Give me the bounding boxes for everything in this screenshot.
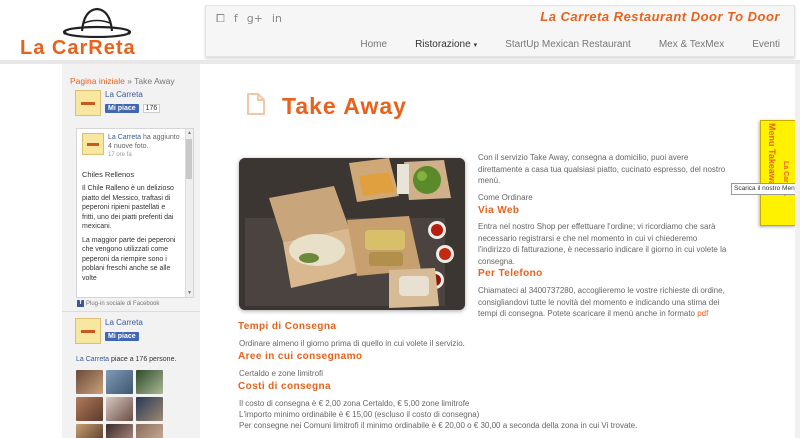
phone-text-body: Chiamateci al 3400737280, accoglieremo l… (478, 286, 725, 318)
likes-summary: La Carreta piace a 176 persone. (76, 356, 176, 363)
main-nav: Home Ristorazione ▾ StartUp Mexican Resta… (346, 38, 794, 53)
nav-item-startup[interactable]: StartUp Mexican Restaurant (491, 38, 645, 53)
fan-avatar[interactable] (136, 370, 163, 394)
nav-label: StartUp Mexican Restaurant (505, 39, 631, 50)
nav-item-eventi[interactable]: Eventi (738, 38, 794, 53)
delivery-times-heading: Tempi di Consegna (238, 321, 337, 332)
like-button[interactable]: Mi piace (105, 332, 139, 341)
sidebar-divider (62, 311, 200, 312)
fan-avatar[interactable] (76, 424, 103, 438)
fan-avatar[interactable] (106, 397, 133, 421)
post-body: La maggior parte dei peperoni che vengon… (82, 236, 176, 282)
intro-text: Con il servizio Take Away, consegna a do… (478, 153, 726, 185)
tagline: La Carreta Restaurant Door To Door (540, 9, 780, 24)
like-button[interactable]: Mi piace (105, 104, 139, 113)
menu-pdf-link[interactable]: pdf (697, 309, 708, 318)
nav-item-ristorazione[interactable]: Ristorazione ▾ (401, 38, 491, 53)
post-body: Il Chile Ralleno è un delizioso piatto d… (82, 185, 174, 230)
nav-label: Eventi (752, 39, 780, 50)
delivery-costs-line: Per consegne nei Comuni limitrofi il min… (239, 421, 638, 430)
logo[interactable]: La CarReta (18, 4, 168, 59)
menu-takeaway-label: Menu Takeaway (767, 123, 777, 191)
web-text: Entra nel nostro Shop per effettuare l'o… (478, 222, 727, 266)
document-icon (247, 93, 265, 115)
scroll-thumb[interactable] (186, 139, 192, 179)
post-scrollbar[interactable]: ▲ ▼ (185, 129, 193, 297)
facebook-page-name[interactable]: La Carreta (105, 90, 160, 100)
takeaway-food-photo (239, 158, 465, 310)
scroll-down-icon[interactable]: ▼ (187, 290, 192, 296)
google-plus-icon[interactable]: g+ (247, 13, 263, 25)
fan-faces (76, 370, 166, 438)
fan-avatar[interactable] (76, 397, 103, 421)
post-time[interactable]: 17 ore fa (108, 152, 180, 158)
facebook-page-thumbnail[interactable] (75, 90, 101, 116)
caret-down-icon: ▾ (473, 42, 478, 49)
delivery-costs-heading: Costi di consegna (238, 381, 331, 392)
nav-label: Home (360, 39, 388, 50)
page-title: Take Away (282, 93, 407, 119)
post-title: Chiles Rellenos (82, 170, 135, 179)
phone-heading: Per Telefono (478, 268, 543, 279)
page-scrollbar[interactable] (795, 64, 800, 438)
like-count: 176 (142, 104, 161, 113)
menu-takeaway-tab[interactable]: Menu Takeaway La Carreta (760, 120, 796, 226)
scroll-up-icon[interactable]: ▲ (187, 130, 192, 136)
delivery-areas-text: Certaldo e zone limitrofi (239, 369, 324, 378)
plugin-label: Plug-in sociale di Facebook (86, 300, 160, 307)
social-links: ⧠ f g+ in (216, 13, 282, 25)
facebook-plugin-credit[interactable]: f Plug-in sociale di Facebook (77, 300, 159, 307)
delivery-times-text: Ordinare almeno il giorno prima di quell… (239, 339, 465, 348)
post-meta: La Carreta ha aggiunto 4 nuove foto. (108, 133, 180, 151)
fan-avatar[interactable] (106, 424, 133, 438)
facebook-post: La Carreta ha aggiunto 4 nuove foto. 17 … (76, 128, 194, 298)
nav-item-home[interactable]: Home (346, 38, 401, 53)
breadcrumb-current: Take Away (134, 76, 175, 86)
likes-rest: piace a 176 persone. (109, 356, 177, 363)
top-bar: ⧠ f g+ in La Carreta Restaurant Door To … (205, 5, 795, 57)
nav-label: Mex & TexMex (658, 39, 725, 50)
linkedin-icon[interactable]: in (272, 13, 282, 25)
fan-avatar[interactable] (136, 397, 163, 421)
phone-text: Chiamateci al 3400737280, accoglieremo l… (478, 285, 728, 320)
nav-label: Ristorazione (415, 39, 471, 50)
fan-avatar[interactable] (136, 424, 163, 438)
fan-avatar[interactable] (106, 370, 133, 394)
logo-text: La CarReta (20, 37, 136, 59)
facebook-like-box: La Carreta Mi piace (75, 318, 194, 344)
likes-page-link[interactable]: La Carreta (76, 356, 109, 363)
page: La CarReta ⧠ f g+ in La Carreta Restaura… (0, 0, 800, 438)
breadcrumb-separator: » (124, 76, 135, 86)
sombrero-logo-icon (62, 7, 132, 38)
fan-avatar[interactable] (76, 370, 103, 394)
facebook-page-name[interactable]: La Carreta (105, 318, 143, 328)
rss-icon[interactable]: ⧠ (216, 13, 225, 25)
facebook-page-thumbnail[interactable] (75, 318, 101, 344)
delivery-costs-line: Il costo di consegna è € 2,00 zona Certa… (239, 399, 470, 408)
how-to-order: Come Ordinare (478, 193, 533, 202)
food-photo-illustration (239, 158, 465, 310)
facebook-icon: f (77, 300, 84, 307)
post-author-thumbnail[interactable] (82, 133, 104, 155)
facebook-icon[interactable]: f (234, 13, 238, 25)
delivery-costs-line: L'importo minimo ordinabile è € 15,00 (e… (239, 410, 480, 419)
facebook-page-box: La Carreta Mi piace 176 (75, 90, 194, 116)
breadcrumb-home-link[interactable]: Pagina iniziale (70, 76, 125, 86)
delivery-areas-heading: Aree in cui consegnamo (238, 351, 363, 362)
web-heading: Via Web (478, 205, 520, 216)
menu-download-tooltip: Scarica il nostro Menu (731, 183, 800, 195)
post-author[interactable]: La Carreta (108, 134, 141, 141)
breadcrumb: Pagina iniziale » Take Away (70, 76, 175, 86)
nav-item-mex-texmex[interactable]: Mex & TexMex (645, 38, 738, 53)
